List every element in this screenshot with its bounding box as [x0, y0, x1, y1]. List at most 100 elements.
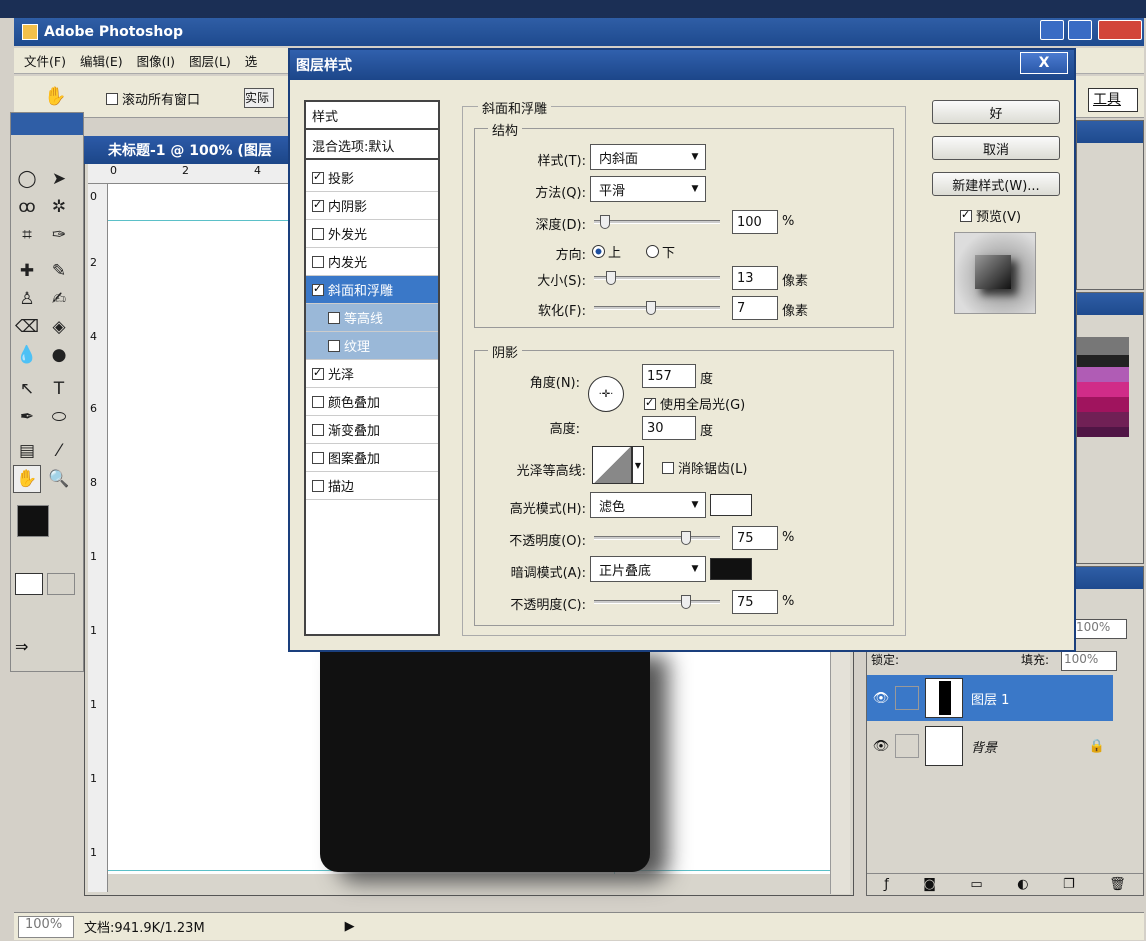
shadow-opacity-slider[interactable] — [594, 595, 720, 609]
highlight-opacity-slider[interactable] — [594, 531, 720, 545]
checkbox-icon[interactable] — [328, 339, 340, 352]
slider-thumb[interactable] — [606, 271, 616, 285]
style-item[interactable]: 图案叠加 — [306, 444, 438, 472]
folder-icon[interactable]: ▭ — [970, 877, 982, 892]
standard-mode-icon[interactable] — [15, 573, 43, 595]
slider-thumb[interactable] — [646, 301, 656, 315]
menu-layer[interactable]: 图层(L) — [189, 51, 231, 70]
style-item[interactable]: 斜面和浮雕 — [306, 276, 438, 304]
depth-slider[interactable] — [594, 215, 720, 229]
history-brush-icon[interactable]: ✍ — [45, 285, 73, 313]
marquee-tool-icon[interactable]: ◯ — [13, 165, 41, 193]
move-tool-icon[interactable]: ➤ — [45, 165, 73, 193]
layer-row-background[interactable]: 👁 背景 🔒 — [867, 723, 1113, 769]
menu-select[interactable]: 选 — [245, 51, 258, 70]
slider-thumb[interactable] — [681, 531, 691, 545]
checkbox-checked-icon[interactable] — [312, 170, 324, 184]
trash-icon[interactable]: 🗑 — [1109, 877, 1126, 892]
shadow-opacity-input[interactable]: 75 — [732, 590, 778, 614]
style-item[interactable]: 光泽 — [306, 360, 438, 388]
bucket-tool-icon[interactable]: ◈ — [45, 313, 73, 341]
style-item[interactable]: 描边 — [306, 472, 438, 500]
layer-style-icon[interactable]: ƒ — [884, 877, 889, 892]
style-item[interactable]: 内阴影 — [306, 192, 438, 220]
checkbox-icon[interactable] — [312, 255, 324, 268]
actual-pixels-button[interactable]: 实际 — [244, 88, 274, 108]
checkbox-checked-icon[interactable] — [312, 282, 324, 296]
checkbox-icon[interactable] — [312, 227, 324, 240]
angle-dial[interactable]: ·✛· — [588, 376, 624, 412]
highlight-color-swatch[interactable] — [710, 494, 752, 516]
notes-tool-icon[interactable]: ▤ — [13, 437, 41, 465]
angle-input[interactable]: 157 — [642, 364, 696, 388]
blur-tool-icon[interactable]: 💧 — [13, 341, 41, 369]
style-item[interactable]: 等高线 — [306, 304, 438, 332]
quick-mask-icon[interactable] — [47, 573, 75, 595]
stamp-tool-icon[interactable]: ♙ — [13, 285, 41, 313]
swatch-grid[interactable] — [1077, 337, 1129, 437]
foreground-color-swatch[interactable] — [17, 505, 49, 537]
checkbox-icon[interactable] — [312, 423, 324, 436]
direction-down-radio[interactable]: 下 — [646, 242, 675, 261]
anti-alias-checkbox[interactable]: 消除锯齿(L) — [662, 458, 747, 477]
ok-button[interactable]: 好 — [932, 100, 1060, 124]
path-select-icon[interactable]: ↖ — [13, 375, 41, 403]
dodge-tool-icon[interactable]: ● — [45, 341, 73, 369]
dialog-close-button[interactable]: X — [1020, 52, 1068, 74]
shadow-color-swatch[interactable] — [710, 558, 752, 580]
checkbox-icon[interactable] — [312, 479, 324, 492]
scroll-all-checkbox[interactable]: 滚动所有窗口 — [106, 89, 200, 108]
new-style-button[interactable]: 新建样式(W)... — [932, 172, 1060, 196]
checkbox-icon[interactable] — [312, 451, 324, 464]
checkbox-checked-icon[interactable] — [312, 366, 324, 380]
styles-header[interactable]: 样式 — [306, 102, 438, 130]
magic-wand-icon[interactable]: ✲ — [45, 193, 73, 221]
pen-tool-icon[interactable]: ✒ — [13, 403, 41, 431]
size-slider[interactable] — [594, 271, 720, 285]
eye-icon[interactable]: 👁 — [867, 691, 895, 706]
checkbox-checked-icon[interactable] — [312, 198, 324, 212]
depth-input[interactable]: 100 — [732, 210, 778, 234]
highlight-mode-select[interactable]: 滤色 ▼ — [590, 492, 706, 518]
checkbox-icon[interactable] — [312, 395, 324, 408]
altitude-input[interactable]: 30 — [642, 416, 696, 440]
hand-tool-icon[interactable]: ✋ — [44, 86, 66, 107]
new-layer-icon[interactable]: ❐ — [1063, 877, 1075, 892]
type-tool-icon[interactable]: T — [45, 375, 73, 403]
fill-field[interactable]: 100% — [1061, 651, 1117, 671]
close-app-button[interactable] — [1098, 20, 1142, 40]
minimize-button[interactable] — [1040, 20, 1064, 40]
size-input[interactable]: 13 — [732, 266, 778, 290]
blend-options[interactable]: 混合选项:默认 — [306, 132, 438, 160]
shadow-mode-select[interactable]: 正片叠底 ▼ — [590, 556, 706, 582]
canvas-scrollbar[interactable] — [830, 650, 850, 894]
eyedropper-icon[interactable]: ⁄ — [45, 437, 73, 465]
jump-to-imageready-icon[interactable]: ⇒ — [15, 637, 75, 661]
healing-brush-icon[interactable]: ✚ — [13, 257, 41, 285]
technique-select[interactable]: 平滑 ▼ — [590, 176, 706, 202]
style-item[interactable]: 投影 — [306, 164, 438, 192]
style-item[interactable]: 外发光 — [306, 220, 438, 248]
maximize-button[interactable] — [1068, 20, 1092, 40]
checkbox-icon[interactable] — [328, 311, 340, 324]
layer-row-1[interactable]: 👁 图层 1 — [867, 675, 1113, 721]
lasso-tool-icon[interactable]: ꝏ — [13, 193, 41, 221]
crop-tool-icon[interactable]: ⌗ — [13, 221, 41, 249]
status-menu-arrow-icon[interactable]: ▶ — [345, 919, 355, 934]
mask-icon[interactable]: ◙ — [923, 877, 936, 892]
chevron-down-icon[interactable]: ▼ — [632, 446, 644, 484]
highlight-opacity-input[interactable]: 75 — [732, 526, 778, 550]
style-item[interactable]: 纹理 — [306, 332, 438, 360]
opacity-field[interactable]: 100% — [1073, 619, 1127, 639]
zoom-tool-icon[interactable]: 🔍 — [45, 465, 73, 493]
direction-up-radio[interactable]: 上 — [592, 242, 621, 261]
style-item[interactable]: 渐变叠加 — [306, 416, 438, 444]
brush-tool-icon[interactable]: ✎ — [45, 257, 73, 285]
shape-tool-icon[interactable]: ⬭ — [45, 403, 73, 431]
soften-slider[interactable] — [594, 301, 720, 315]
slice-tool-icon[interactable]: ✑ — [45, 221, 73, 249]
tool-presets-button[interactable]: 工具 — [1088, 88, 1138, 112]
global-light-checkbox[interactable]: 使用全局光(G) — [644, 394, 745, 413]
eraser-tool-icon[interactable]: ⌫ — [13, 313, 41, 341]
soften-input[interactable]: 7 — [732, 296, 778, 320]
